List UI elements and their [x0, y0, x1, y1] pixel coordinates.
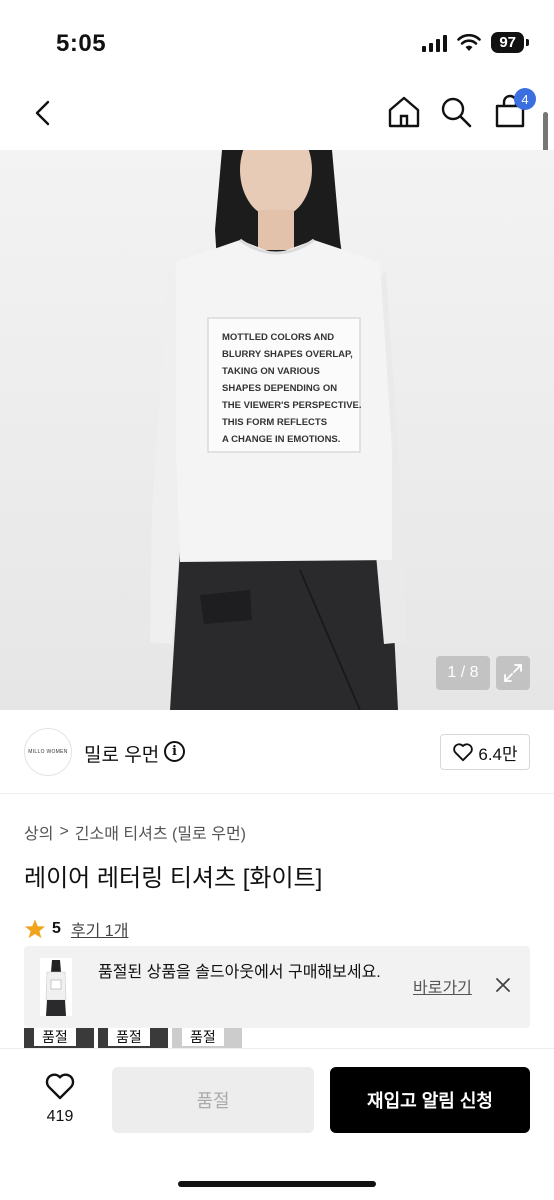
chevron-right-icon: >	[59, 823, 69, 840]
heart-icon	[453, 743, 474, 762]
status-icons: 97	[422, 32, 529, 53]
wishlist-button[interactable]: 419	[38, 1071, 82, 1126]
soldout-tag: 품절	[182, 1028, 224, 1046]
print-line-2: BLURRY SHAPES OVERLAP,	[222, 349, 353, 360]
rating-score: 5	[52, 920, 61, 937]
print-line-7: A CHANGE IN EMOTIONS.	[222, 434, 340, 445]
wishlist-count: 419	[46, 1108, 74, 1125]
home-icon[interactable]	[386, 94, 422, 130]
brand-like-button[interactable]: 6.4만	[440, 734, 530, 770]
product-title: 레이어 레터링 티셔츠 [화이트]	[24, 865, 323, 892]
breadcrumb: 상의 > 긴소매 티셔츠 (밀로 우먼)	[24, 820, 246, 844]
soldout-banner: 품절된 상품을 솔드아웃에서 구매해보세요. 바로가기	[24, 946, 530, 1028]
expand-image-button[interactable]	[496, 656, 530, 690]
option-thumb[interactable]: 품절	[24, 1028, 94, 1050]
expand-icon	[504, 664, 522, 682]
wifi-icon	[457, 33, 482, 51]
breadcrumb-category[interactable]: 상의	[24, 820, 53, 844]
product-image[interactable]: MOTTLED COLORS AND BLURRY SHAPES OVERLAP…	[0, 150, 554, 710]
option-thumb[interactable]: 품절	[98, 1028, 168, 1050]
brand-logo[interactable]: MILLO WOMEN	[24, 728, 72, 776]
battery-indicator: 97	[491, 32, 529, 53]
print-line-5: THE VIEWER'S PERSPECTIVE.	[222, 400, 362, 411]
soldout-banner-text: 품절된 상품을 솔드아웃에서 구매해보세요.	[98, 964, 381, 981]
breadcrumb-subcategory[interactable]: 긴소매 티셔츠 (밀로 우먼)	[75, 820, 246, 844]
brand-like-count: 6.4만	[478, 744, 518, 764]
print-line-3: TAKING ON VARIOUS	[222, 366, 320, 377]
banner-product-thumbnail	[40, 958, 72, 1016]
brand-name[interactable]: 밀로 우먼	[84, 740, 159, 767]
search-icon[interactable]	[438, 94, 474, 130]
brand-row: MILLO WOMEN 밀로 우먼 i 6.4만	[0, 712, 554, 794]
reviews-link[interactable]: 후기 1개	[71, 917, 129, 941]
info-icon[interactable]: i	[164, 741, 185, 762]
cart-count-badge: 4	[514, 88, 536, 110]
back-arrow-icon[interactable]	[26, 96, 60, 130]
heart-icon	[45, 1073, 75, 1100]
option-thumbnails: 품절 품절 품절	[24, 1028, 242, 1050]
print-line-4: SHAPES DEPENDING ON	[222, 383, 337, 394]
close-icon[interactable]	[494, 976, 512, 994]
soldout-tag: 품절	[34, 1028, 76, 1046]
rating: 5 후기 1개	[24, 917, 128, 941]
cellular-signal-icon	[422, 34, 448, 52]
soldout-button[interactable]: 품절	[112, 1067, 314, 1133]
home-indicator[interactable]	[178, 1181, 376, 1187]
status-time: 5:05	[56, 30, 107, 57]
soldout-banner-link[interactable]: 바로가기	[413, 974, 472, 998]
image-counter: 1 / 8	[436, 656, 490, 690]
soldout-tag: 품절	[108, 1028, 150, 1046]
option-thumb[interactable]: 품절	[172, 1028, 242, 1050]
bottom-action-bar: 419 품절 재입고 알림 신청	[0, 1048, 554, 1200]
top-navigation: 4	[0, 80, 554, 148]
restock-alert-button[interactable]: 재입고 알림 신청	[330, 1067, 530, 1133]
print-line-6: THIS FORM REFLECTS	[222, 417, 327, 428]
print-line-1: MOTTLED COLORS AND	[222, 332, 334, 343]
cart-button[interactable]: 4	[492, 88, 536, 130]
status-bar: 5:05 97	[0, 0, 554, 80]
product-photo: MOTTLED COLORS AND BLURRY SHAPES OVERLAP…	[150, 150, 406, 710]
star-icon	[24, 919, 46, 939]
